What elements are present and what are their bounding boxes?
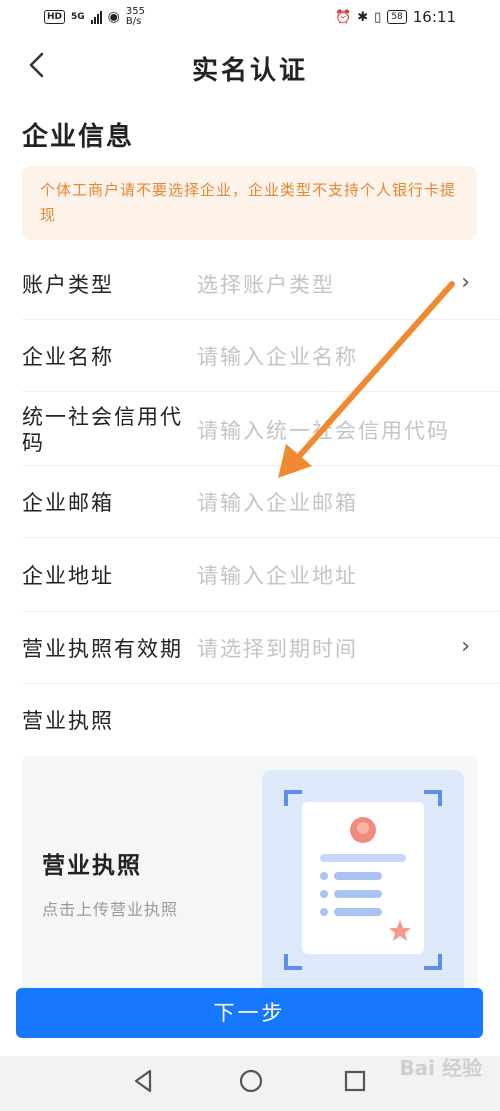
chevron-right-icon: ›: [461, 634, 470, 659]
clock: 16:11: [412, 8, 456, 26]
hd-icon: HD: [44, 10, 66, 24]
license-upload-card[interactable]: 营业执照 点击上传营业执照: [22, 756, 478, 996]
row-label: 营业执照: [22, 709, 114, 733]
nav-bar: 实名认证: [0, 36, 500, 96]
nav-home-icon[interactable]: [238, 1068, 264, 1094]
credit-code-input[interactable]: 请输入统一社会信用代码: [197, 418, 450, 444]
license-expiry-select[interactable]: 请选择到期时间: [197, 636, 358, 662]
credit-code-row[interactable]: 统一社会信用代 码 请输入统一社会信用代码: [22, 392, 500, 466]
account-type-row[interactable]: 账户类型 选择账户类型 ›: [22, 248, 500, 320]
row-label: 企业邮箱: [22, 491, 114, 515]
company-address-row[interactable]: 企业地址 请输入企业地址: [22, 538, 500, 612]
company-name-input[interactable]: 请输入企业名称: [197, 344, 358, 370]
battery-icon: 58: [387, 10, 407, 24]
next-button[interactable]: 下一步: [16, 988, 483, 1038]
chevron-right-icon: ›: [461, 270, 470, 295]
row-label: 账户类型: [22, 273, 114, 297]
speed-unit: B/s: [125, 16, 142, 27]
row-label: 企业地址: [22, 564, 114, 588]
upload-title: 营业执照: [42, 853, 142, 879]
business-license-row: 营业执照: [22, 684, 500, 754]
company-email-row[interactable]: 企业邮箱 请输入企业邮箱: [22, 466, 500, 538]
company-address-input[interactable]: 请输入企业地址: [197, 563, 358, 589]
section-title: 企业信息: [22, 122, 135, 152]
company-email-input[interactable]: 请输入企业邮箱: [197, 490, 358, 516]
page-title: 实名认证: [191, 56, 308, 86]
status-bar-right: ⏰ ✱ ▯ 58 16:11: [335, 8, 456, 26]
status-bar: HD 5G ◉ 355 B/s ⏰ ✱ ▯ 58 16:11: [0, 0, 500, 34]
status-bar-left: HD 5G ◉ 355 B/s: [44, 7, 145, 27]
signal-icon: [90, 10, 102, 24]
license-illustration-icon: [284, 790, 442, 970]
license-expiry-row[interactable]: 营业执照有效期 请选择到期时间 ›: [22, 612, 500, 684]
row-label: 营业执照有效期: [22, 637, 183, 661]
vibrate-icon: ▯: [374, 9, 382, 25]
account-type-select[interactable]: 选择账户类型: [197, 272, 335, 298]
company-name-row[interactable]: 企业名称 请输入企业名称: [22, 320, 500, 392]
nav-recents-icon[interactable]: [343, 1068, 367, 1094]
network-5g-label: 5G: [71, 12, 85, 22]
nav-back-icon[interactable]: [132, 1068, 154, 1094]
row-label: 企业名称: [22, 345, 114, 369]
row-label-line2: 码: [22, 431, 45, 455]
wifi-icon: ◉: [107, 9, 120, 25]
upload-subtitle: 点击上传营业执照: [42, 900, 179, 919]
watermark-logo: Bai 经验: [399, 1056, 482, 1080]
network-speed: 355 B/s: [126, 7, 145, 27]
row-label: 统一社会信用代 码: [22, 404, 183, 456]
row-label-line1: 统一社会信用代: [22, 405, 183, 429]
notice-banner: 个体工商户请不要选择企业，企业类型不支持个人银行卡提现: [22, 166, 477, 240]
bluetooth-icon: ✱: [357, 9, 369, 25]
alarm-icon: ⏰: [335, 9, 352, 25]
